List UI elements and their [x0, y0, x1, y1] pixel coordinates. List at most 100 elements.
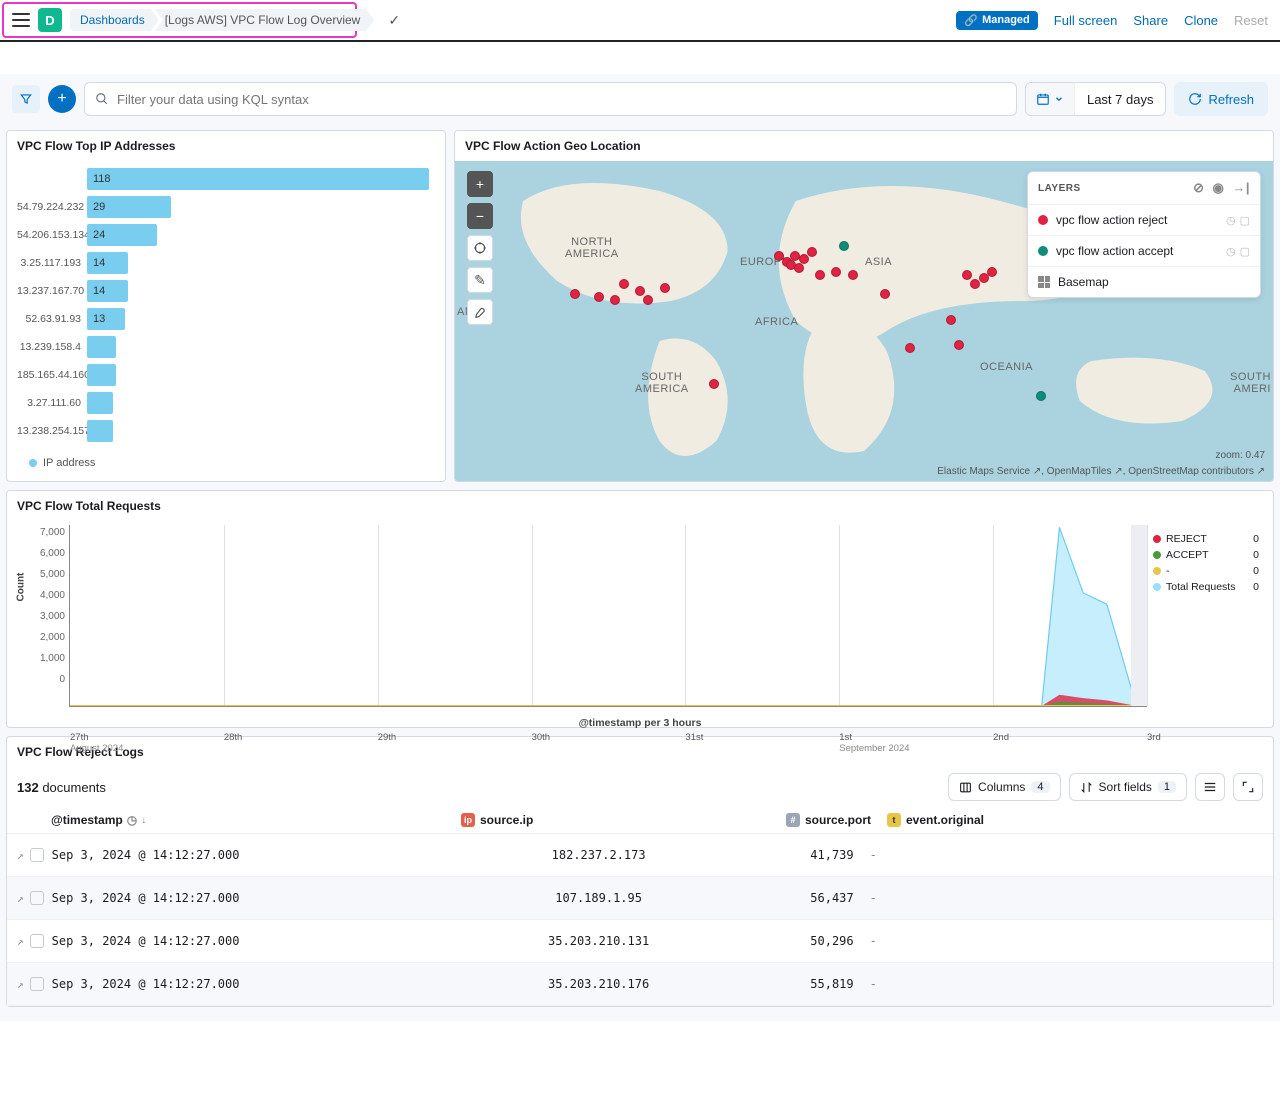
row-checkbox[interactable]	[30, 977, 44, 991]
row-checkbox[interactable]	[30, 848, 44, 862]
layers-title: LAYERS	[1038, 183, 1081, 194]
bar-row[interactable]: 13.237.167.70 14	[17, 277, 435, 305]
cell-source-ip: 35.203.210.176	[444, 977, 754, 991]
map-tools[interactable]	[467, 299, 493, 325]
panel-title: VPC Flow Total Requests	[7, 491, 1273, 521]
kql-input[interactable]	[117, 92, 1006, 107]
filter-icon	[19, 92, 33, 106]
attrib-omt[interactable]: OpenMapTiles ↗	[1047, 466, 1123, 477]
link-icon: 🔗	[964, 14, 978, 27]
row-checkbox[interactable]	[30, 934, 44, 948]
layer-dot-accept	[1038, 246, 1048, 256]
refresh-icon	[1188, 92, 1202, 106]
plot-area: 27thAugust 202428th29th30th31st1stSeptem…	[69, 525, 1147, 707]
map-point-reject[interactable]	[946, 315, 956, 325]
cell-timestamp: Sep 3, 2024 @ 14:12:27.000	[44, 977, 444, 991]
attrib-osm[interactable]: OpenStreetMap contributors ↗	[1128, 466, 1265, 477]
density-button[interactable]	[1195, 773, 1225, 801]
map-zoom-in[interactable]: +	[467, 171, 493, 197]
expand-row-icon[interactable]: ↗	[17, 849, 24, 862]
map-zoom-out[interactable]: −	[467, 203, 493, 229]
app-header: D Dashboards [Logs AWS] VPC Flow Log Ove…	[0, 0, 1280, 42]
filter-toggle[interactable]	[12, 85, 40, 113]
panel-top-ip: VPC Flow Top IP Addresses 11854.79.224.2…	[6, 130, 446, 482]
bar-label: 3.27.111.60	[17, 397, 87, 409]
bar-row[interactable]: 3.27.111.60	[17, 389, 435, 417]
table-row[interactable]: ↗ Sep 3, 2024 @ 14:12:27.000 35.203.210.…	[7, 963, 1273, 1006]
panel-geo-map: VPC Flow Action Geo Location NORTHAMERIC…	[454, 130, 1274, 482]
clock-icon: ◷	[1226, 245, 1236, 258]
map-point-reject[interactable]	[831, 267, 841, 277]
chevron-down-icon	[1054, 94, 1064, 104]
map-point-reject[interactable]	[848, 270, 858, 280]
sort-fields-button[interactable]: Sort fields1	[1069, 773, 1187, 801]
x-axis-label: @timestamp per 3 hours	[7, 707, 1273, 729]
bar-row[interactable]: 185.165.44.160	[17, 361, 435, 389]
fullscreen-table-button[interactable]	[1233, 773, 1263, 801]
bar-row[interactable]: 54.79.224.232 29	[17, 193, 435, 221]
bar-row[interactable]: 13.239.158.4	[17, 333, 435, 361]
bar-row[interactable]: 13.238.254.157	[17, 417, 435, 445]
map-point-reject[interactable]	[962, 270, 972, 280]
space-badge[interactable]: D	[38, 8, 62, 32]
map-point-reject[interactable]	[987, 267, 997, 277]
add-filter-button[interactable]: +	[48, 85, 76, 113]
share-link[interactable]: Share	[1133, 13, 1168, 28]
expand-row-icon[interactable]: ↗	[17, 892, 24, 905]
layer-reject[interactable]: vpc flow action reject ◷▢	[1028, 205, 1260, 236]
y-axis: Count 7,0006,0005,0004,0003,0002,0001,00…	[15, 525, 69, 707]
row-checkbox[interactable]	[30, 891, 44, 905]
sort-icon	[1080, 781, 1093, 794]
cell-event-original: -	[854, 848, 1263, 862]
map-point-reject[interactable]	[709, 379, 719, 389]
refresh-button[interactable]: Refresh	[1174, 82, 1268, 116]
cell-source-port: 55,819	[754, 977, 854, 991]
expand-row-icon[interactable]: ↗	[17, 935, 24, 948]
query-toolbar: + Last 7 days Refresh	[0, 74, 1280, 124]
bar-row[interactable]: 54.206.153.134 24	[17, 221, 435, 249]
bar-row[interactable]: 118	[17, 165, 435, 193]
layer-basemap[interactable]: Basemap	[1028, 267, 1260, 297]
sort-desc-icon[interactable]: ↓	[141, 815, 146, 826]
cell-event-original: -	[854, 934, 1263, 948]
bar-row[interactable]: 3.25.117.193 14	[17, 249, 435, 277]
cell-source-port: 56,437	[754, 891, 854, 905]
panel-reject-logs: VPC Flow Reject Logs 132 documents Colum…	[6, 736, 1274, 1007]
top-ip-legend: IP address	[7, 451, 445, 469]
document-count: 132 documents	[17, 780, 106, 795]
table-row[interactable]: ↗ Sep 3, 2024 @ 14:12:27.000 182.237.2.1…	[7, 834, 1273, 877]
box-icon: ▢	[1240, 245, 1250, 258]
map-point-reject[interactable]	[619, 279, 629, 289]
cell-source-port: 41,739	[754, 848, 854, 862]
columns-button[interactable]: Columns4	[948, 773, 1060, 801]
kql-search[interactable]	[84, 82, 1017, 116]
map-point-reject[interactable]	[635, 286, 645, 296]
table-row[interactable]: ↗ Sep 3, 2024 @ 14:12:27.000 35.203.210.…	[7, 920, 1273, 963]
calendar-icon	[1036, 92, 1050, 106]
map-fit-bounds[interactable]	[467, 235, 493, 261]
box-icon: ▢	[1240, 214, 1250, 227]
nav-toggle[interactable]	[12, 13, 30, 27]
time-range-picker[interactable]: Last 7 days	[1025, 82, 1167, 116]
map-point-reject[interactable]	[570, 289, 580, 299]
cell-source-ip: 107.189.1.95	[444, 891, 754, 905]
full-screen-link[interactable]: Full screen	[1054, 13, 1118, 28]
bar-row[interactable]: 52.63.91.93 13	[17, 305, 435, 333]
map-point-reject[interactable]	[799, 254, 809, 264]
eye-off-icon[interactable]: ⊘	[1193, 180, 1204, 196]
layer-accept[interactable]: vpc flow action accept ◷▢	[1028, 236, 1260, 267]
breadcrumb-dashboards[interactable]: Dashboards	[70, 9, 159, 31]
table-row[interactable]: ↗ Sep 3, 2024 @ 14:12:27.000 107.189.1.9…	[7, 877, 1273, 920]
map-draw-shape[interactable]: ✎	[467, 267, 493, 293]
top-ip-bar-chart: 11854.79.224.232 2954.206.153.134 243.25…	[7, 161, 445, 451]
bar-label: 54.79.224.232	[17, 201, 87, 213]
expand-row-icon[interactable]: ↗	[17, 978, 24, 991]
map-point-reject[interactable]	[815, 270, 825, 280]
collapse-icon[interactable]: →|	[1232, 180, 1250, 196]
basemap-icon	[1038, 276, 1050, 288]
attrib-ems[interactable]: Elastic Maps Service ↗	[937, 466, 1041, 477]
map-point-reject[interactable]	[660, 283, 670, 293]
clock-icon: ◷	[127, 813, 137, 827]
clone-link[interactable]: Clone	[1184, 13, 1218, 28]
eye-icon[interactable]: ◉	[1213, 180, 1225, 196]
